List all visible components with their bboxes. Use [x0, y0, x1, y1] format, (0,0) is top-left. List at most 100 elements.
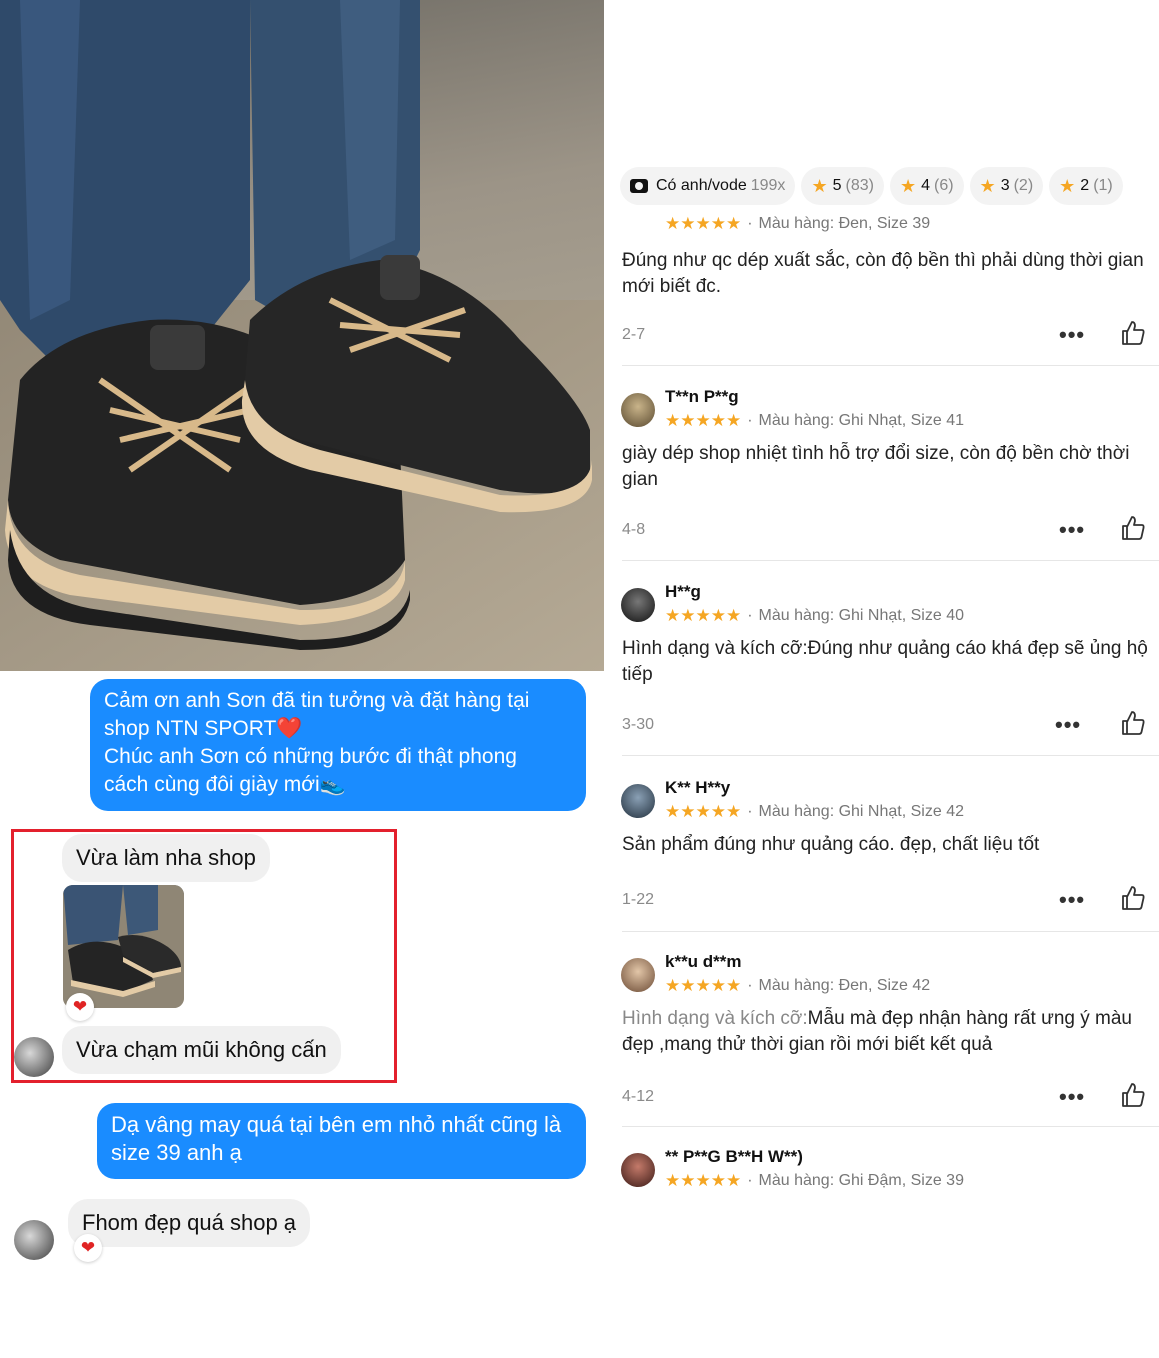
review-meta: ★★★★★ · Màu hàng: Đen, Size 42: [665, 976, 930, 996]
review-date: 3-30: [622, 716, 655, 733]
rating-stars: ★★★★★: [665, 411, 742, 430]
review-meta: ★★★★★ · Màu hàng: Đen, Size 39: [665, 214, 930, 234]
reviewer-avatar: [621, 393, 655, 427]
chat-message-shop-reply: Dạ vâng may quá tại bên em nhỏ nhất cũng…: [97, 1103, 586, 1179]
divider: [622, 755, 1159, 756]
thumbs-up-icon[interactable]: [1121, 885, 1145, 911]
chat-photo-attachment[interactable]: [63, 885, 184, 1008]
filter-label: 5: [832, 177, 842, 194]
reviewer-name: ** P**G B**H W**): [665, 1147, 803, 1166]
separator: ·: [747, 1172, 753, 1189]
thumbs-up-icon[interactable]: [1121, 515, 1145, 541]
sneakers-thumbnail-illustration: [63, 885, 184, 1008]
filter-chip-2-star[interactable]: ★ 2 (1): [1049, 167, 1123, 205]
divider: [622, 365, 1159, 366]
rating-stars: ★★★★★: [665, 1171, 742, 1190]
review-date: 4-12: [622, 1088, 655, 1105]
rating-stars: ★★★★★: [665, 976, 742, 995]
variant-label: Màu hàng: Đen, Size 39: [758, 215, 931, 232]
reviewer-name: K** H**y: [665, 778, 731, 797]
variant-label: Màu hàng: Ghi Nhạt, Size 41: [758, 412, 964, 429]
separator: ·: [747, 412, 753, 429]
separator: ·: [747, 803, 753, 820]
divider: [622, 1126, 1159, 1127]
separator: ·: [747, 607, 753, 624]
chat-conversation: Cảm ơn anh Sơn đã tin tưởng và đặt hàng …: [0, 671, 600, 1358]
reviews-panel: Có anh/vode 199x ★ 5 (83) ★ 4 (6) ★ 3 (2…: [604, 0, 1159, 1358]
reviewer-avatar: [621, 958, 655, 992]
review-meta: ★★★★★ · Màu hàng: Ghi Nhạt, Size 42: [665, 802, 964, 822]
rating-stars: ★★★★★: [665, 214, 742, 233]
reviewer-name: k**u d**m: [665, 952, 742, 971]
filter-label: 3: [1000, 177, 1010, 194]
more-options-button[interactable]: •••: [1059, 887, 1085, 913]
message-line: cách cùng đôi giày mới👟: [104, 773, 346, 796]
rating-stars: ★★★★★: [665, 802, 742, 821]
reviewer-name: T**n P**g: [665, 387, 739, 406]
chat-message-customer: Vừa chạm mũi không cấn: [62, 1026, 341, 1074]
filter-chip-3-star[interactable]: ★ 3 (2): [969, 167, 1044, 205]
star-icon: ★: [811, 175, 828, 196]
filter-chip-media[interactable]: Có anh/vode 199x: [620, 167, 796, 205]
reviewer-name: H**g: [665, 582, 701, 601]
filter-label: 2: [1080, 177, 1090, 194]
filter-count: (83): [845, 177, 874, 194]
more-options-button[interactable]: •••: [1055, 712, 1081, 738]
product-photo: [0, 0, 604, 671]
star-icon: ★: [979, 175, 996, 196]
review-text-prefix: Hình dạng và kích cỡ:: [622, 1008, 808, 1029]
heart-reaction-icon[interactable]: ❤: [66, 993, 94, 1021]
thumbs-up-icon[interactable]: [1121, 710, 1145, 736]
heart-reaction-icon[interactable]: ❤: [74, 1234, 102, 1262]
review-text: giày dép shop nhiệt tình hỗ trợ đổi size…: [622, 443, 1130, 490]
rating-stars: ★★★★★: [665, 606, 742, 625]
chat-message-shop-thanks: Cảm ơn anh Sơn đã tin tưởng và đặt hàng …: [90, 679, 586, 811]
more-options-button[interactable]: •••: [1059, 517, 1085, 543]
filter-count: (2): [1013, 177, 1034, 194]
customer-avatar: [14, 1220, 54, 1260]
more-options-button[interactable]: •••: [1059, 1084, 1085, 1110]
filter-chip-4-star[interactable]: ★ 4 (6): [889, 167, 964, 205]
message-line: shop NTN SPORT❤️: [104, 717, 303, 740]
variant-label: Màu hàng: Ghi Nhạt, Size 40: [758, 607, 964, 624]
reviewer-avatar: [621, 784, 655, 818]
filter-label: Có anh/vode: [656, 177, 747, 194]
review-text: Đúng như qc dép xuất sắc, còn độ bền thì…: [622, 250, 1144, 297]
more-options-button[interactable]: •••: [1059, 322, 1085, 348]
thumbs-up-icon[interactable]: [1121, 1082, 1145, 1108]
review-date: 4-8: [622, 521, 646, 538]
filter-count: (6): [933, 177, 954, 194]
review-text: Hình dạng và kích cỡ:Mẫu mà đẹp nhận hàn…: [622, 1006, 1152, 1058]
review-meta: ★★★★★ · Màu hàng: Ghi Nhạt, Size 40: [665, 606, 964, 626]
filter-count: 199x: [750, 177, 786, 194]
review-date: 1-22: [622, 891, 655, 908]
variant-label: Màu hàng: Ghi Nhạt, Size 42: [758, 803, 964, 820]
review-date: 2-7: [622, 326, 646, 343]
divider: [622, 560, 1159, 561]
thumbs-up-icon[interactable]: [1121, 320, 1145, 346]
reviewer-avatar: [621, 588, 655, 622]
divider: [622, 931, 1159, 932]
customer-avatar: [14, 1037, 54, 1077]
separator: ·: [747, 215, 753, 232]
sneakers-illustration: [0, 0, 604, 671]
review-text: Hình dạng và kích cỡ:Đúng như quảng cáo …: [622, 638, 1148, 685]
filter-label: 4: [921, 177, 930, 194]
chat-message-customer: Fhom đẹp quá shop ạ: [68, 1199, 311, 1247]
camera-icon: [630, 179, 648, 193]
filter-count: (1): [1093, 177, 1113, 194]
star-icon: ★: [899, 175, 917, 196]
review-filter-bar: Có anh/vode 199x ★ 5 (83) ★ 4 (6) ★ 3 (2…: [620, 167, 1123, 205]
message-line: Dạ vâng may quá tại bên em nhỏ nhất cũng…: [111, 1112, 562, 1137]
message-line: size 39 anh ạ: [111, 1140, 242, 1165]
filter-chip-5-star[interactable]: ★ 5 (83): [801, 167, 884, 205]
reviewer-avatar: [621, 1153, 655, 1187]
variant-label: Màu hàng: Ghi Đậm, Size 39: [758, 1172, 964, 1189]
review-text: Sản phẩm đúng như quảng cáo. đẹp, chất l…: [622, 834, 1040, 855]
message-line: Cảm ơn anh Sơn đã tin tưởng và đặt hàng …: [104, 689, 530, 712]
star-icon: ★: [1059, 175, 1076, 196]
review-meta: ★★★★★ · Màu hàng: Ghi Đậm, Size 39: [665, 1171, 964, 1191]
review-meta: ★★★★★ · Màu hàng: Ghi Nhạt, Size 41: [665, 411, 964, 431]
separator: ·: [747, 977, 753, 994]
chat-message-customer: Vừa làm nha shop: [62, 834, 270, 882]
